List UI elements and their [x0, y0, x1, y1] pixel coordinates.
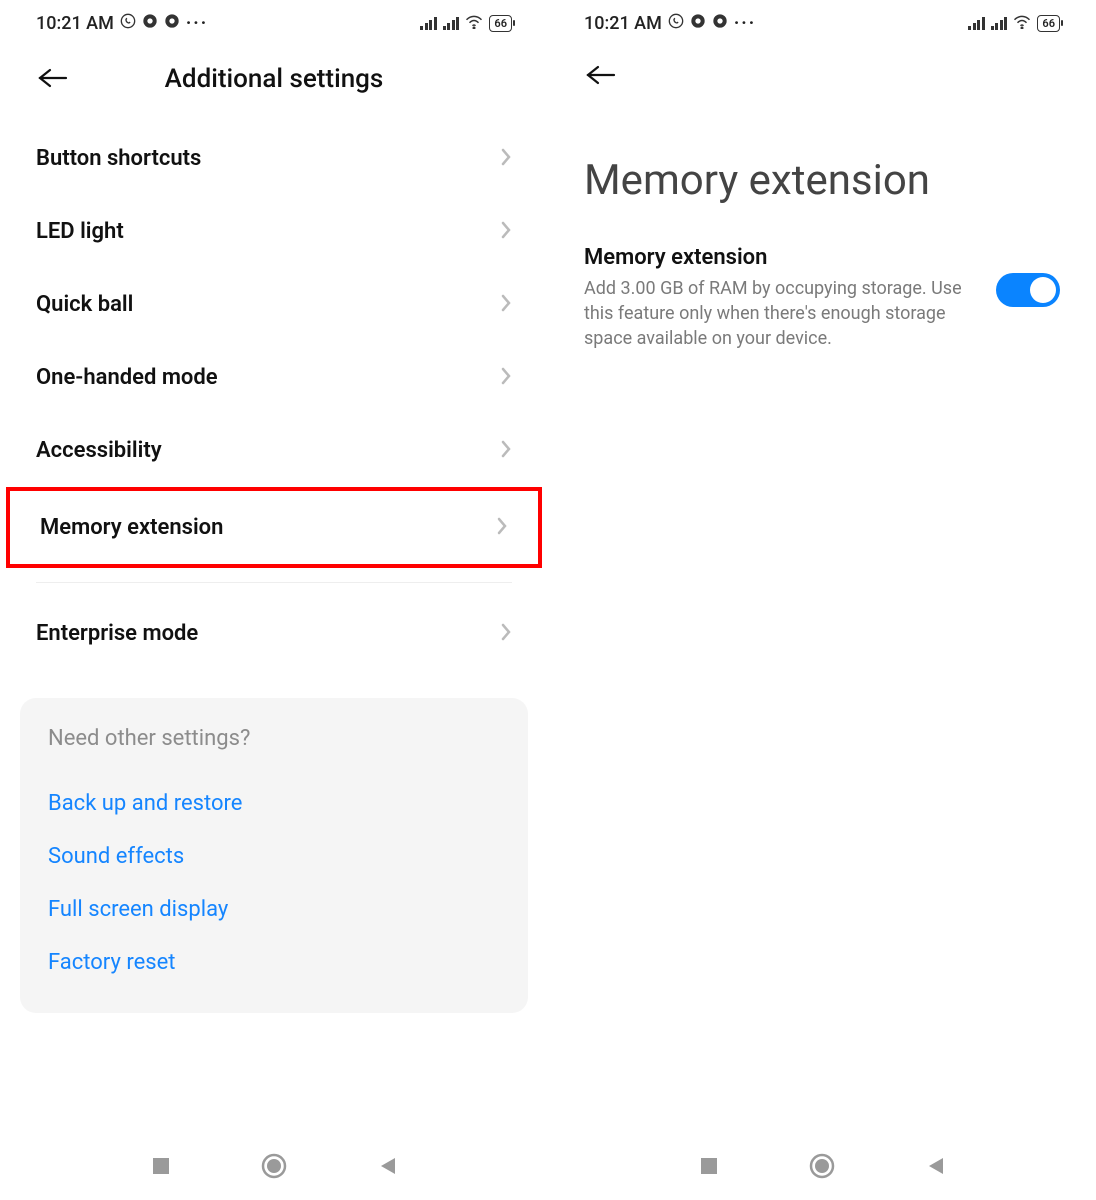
battery-icon: 66	[1037, 15, 1060, 32]
suggestion-link-sound[interactable]: Sound effects	[48, 830, 500, 883]
setting-label: One-handed mode	[36, 365, 218, 390]
memory-extension-text: Memory extension Add 3.00 GB of RAM by o…	[584, 245, 976, 352]
signal-icon-2	[991, 16, 1008, 30]
divider	[36, 582, 512, 583]
nav-recents-button[interactable]	[698, 1155, 720, 1181]
phone-left: 10:21 AM ··· 66 Additional settings	[0, 0, 548, 1200]
battery-level: 66	[494, 17, 507, 30]
status-time: 10:21 AM	[584, 13, 662, 34]
setting-label: Accessibility	[36, 438, 162, 463]
status-bar: 10:21 AM ··· 66	[0, 0, 548, 46]
nav-back-button[interactable]	[377, 1155, 399, 1181]
signal-icon	[420, 16, 437, 30]
setting-button-shortcuts[interactable]: Button shortcuts	[20, 122, 528, 195]
battery-level: 66	[1042, 17, 1055, 30]
suggestion-link-fullscreen[interactable]: Full screen display	[48, 883, 500, 936]
status-right: 66	[968, 13, 1060, 34]
memory-extension-row: Memory extension Add 3.00 GB of RAM by o…	[548, 245, 1096, 352]
wifi-icon	[465, 13, 483, 34]
setting-label: Button shortcuts	[36, 146, 201, 171]
header	[548, 46, 1096, 116]
setting-label: Quick ball	[36, 292, 133, 317]
back-button[interactable]	[584, 64, 618, 88]
highlight-box: Memory extension	[6, 487, 542, 568]
battery-icon: 66	[489, 15, 512, 32]
setting-label: LED light	[36, 219, 124, 244]
chevron-right-icon	[500, 439, 512, 463]
suggestion-link-backup[interactable]: Back up and restore	[48, 777, 500, 830]
more-icon: ···	[186, 13, 208, 34]
suggestion-title: Need other settings?	[48, 726, 500, 751]
setting-enterprise-mode[interactable]: Enterprise mode	[20, 597, 528, 670]
nav-bar	[548, 1136, 1096, 1200]
setting-label: Enterprise mode	[36, 621, 198, 646]
chrome-icon	[142, 13, 158, 34]
signal-icon	[968, 16, 985, 30]
status-bar: 10:21 AM ··· 66	[548, 0, 1096, 46]
nav-home-button[interactable]	[261, 1153, 287, 1183]
settings-list: Button shortcuts LED light Quick ball On…	[0, 122, 548, 670]
more-icon: ···	[734, 13, 756, 34]
setting-memory-extension[interactable]: Memory extension	[10, 491, 538, 564]
header: Additional settings	[0, 46, 548, 122]
setting-label: Memory extension	[40, 515, 223, 540]
page-title: Memory extension	[548, 116, 1096, 245]
nav-recents-button[interactable]	[150, 1155, 172, 1181]
wifi-icon	[1013, 13, 1031, 34]
chevron-right-icon	[500, 293, 512, 317]
setting-one-handed-mode[interactable]: One-handed mode	[20, 341, 528, 414]
phone-right: 10:21 AM ··· 66 Memory extension	[548, 0, 1096, 1200]
chevron-right-icon	[500, 220, 512, 244]
toggle-knob	[1030, 277, 1056, 303]
setting-accessibility[interactable]: Accessibility	[20, 414, 528, 487]
chrome-icon	[690, 13, 706, 34]
chevron-right-icon	[496, 516, 508, 540]
memory-extension-toggle[interactable]	[996, 273, 1060, 307]
memory-extension-title: Memory extension	[584, 245, 976, 270]
setting-led-light[interactable]: LED light	[20, 195, 528, 268]
nav-bar	[0, 1136, 548, 1200]
status-time: 10:21 AM	[36, 13, 114, 34]
memory-extension-description: Add 3.00 GB of RAM by occupying storage.…	[584, 276, 976, 352]
status-left: 10:21 AM ···	[584, 13, 756, 34]
chevron-right-icon	[500, 622, 512, 646]
chrome-icon-2	[164, 13, 180, 34]
setting-quick-ball[interactable]: Quick ball	[20, 268, 528, 341]
status-right: 66	[420, 13, 512, 34]
whatsapp-icon	[668, 13, 684, 34]
nav-home-button[interactable]	[809, 1153, 835, 1183]
suggestion-link-factory-reset[interactable]: Factory reset	[48, 936, 500, 989]
status-left: 10:21 AM ···	[36, 13, 208, 34]
nav-back-button[interactable]	[925, 1155, 947, 1181]
signal-icon-2	[443, 16, 460, 30]
whatsapp-icon	[120, 13, 136, 34]
chevron-right-icon	[500, 147, 512, 171]
suggestion-card: Need other settings? Back up and restore…	[20, 698, 528, 1013]
chevron-right-icon	[500, 366, 512, 390]
chrome-icon-2	[712, 13, 728, 34]
page-title: Additional settings	[36, 64, 512, 94]
